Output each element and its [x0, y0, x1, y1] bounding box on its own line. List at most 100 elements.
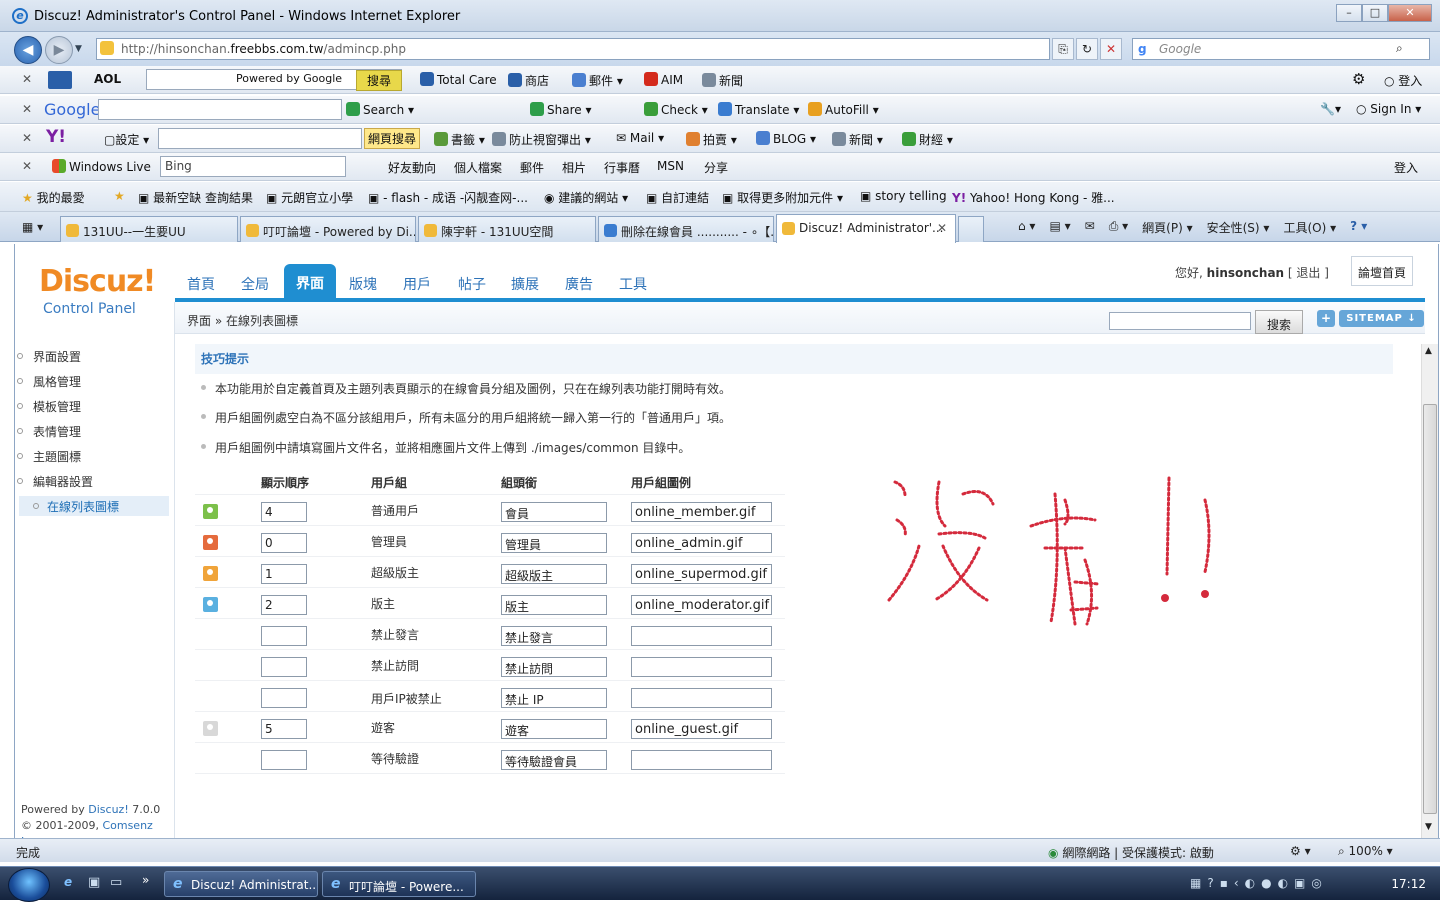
address-bar[interactable]: http://hinsonchan.freebbs.com.tw/admincp…: [96, 38, 1050, 60]
sidebar-item-styles[interactable]: 風格管理: [16, 373, 81, 390]
tab-chan-yuhin[interactable]: 陳宇軒 - 131UU空間: [418, 216, 596, 242]
safety-menu[interactable]: 安全性(S) ▾: [1207, 219, 1270, 236]
sidebar-item-interface-settings[interactable]: 界面設置: [16, 348, 81, 365]
image-input[interactable]: [631, 688, 772, 708]
bing-search-input[interactable]: Bing: [160, 156, 346, 177]
logout-link[interactable]: [ 退出 ]: [1288, 266, 1329, 280]
image-input[interactable]: [631, 657, 772, 677]
yahoo-search-input[interactable]: [158, 128, 362, 149]
order-input[interactable]: 2: [261, 595, 307, 615]
hp-login-button[interactable]: ○ 登入: [1384, 72, 1422, 89]
nav-tools[interactable]: 工具: [619, 274, 647, 294]
title-input[interactable]: 禁止 IP: [501, 688, 607, 708]
image-input[interactable]: [631, 750, 772, 770]
sidebar-item-editor[interactable]: 編輯器設置: [16, 473, 93, 490]
autofill-button[interactable]: AutoFill ▾: [808, 102, 879, 117]
order-input[interactable]: [261, 626, 307, 646]
live-mail-link[interactable]: 郵件: [520, 159, 544, 176]
search-box[interactable]: Google: [1132, 38, 1430, 60]
web-search-button[interactable]: 網頁搜尋: [364, 128, 421, 149]
bookmarks-button[interactable]: 書籤 ▾: [434, 131, 485, 148]
close-toolbar-icon[interactable]: ✕: [22, 102, 32, 116]
fav-item-3[interactable]: ▣ - flash - 成语 -闪靓查网-...: [368, 189, 528, 206]
popup-blocker-button[interactable]: 防止視窗彈出 ▾: [492, 131, 591, 148]
home-icon[interactable]: ⌂ ▾: [1018, 219, 1035, 236]
image-input[interactable]: online_member.gif: [631, 502, 772, 522]
total-care-button[interactable]: Total Care: [420, 72, 497, 87]
title-input[interactable]: 等待驗證會員: [501, 750, 607, 770]
scroll-up-arrow[interactable]: ▲: [1425, 346, 1432, 356]
title-input[interactable]: 遊客: [501, 719, 607, 739]
title-input[interactable]: 版主: [501, 595, 607, 615]
nav-interface[interactable]: 界面: [284, 264, 336, 300]
auction-button[interactable]: 拍賣 ▾: [686, 131, 737, 148]
fav-item-2[interactable]: ▣ 元朗官立小學: [266, 189, 353, 206]
new-tab-button[interactable]: [958, 216, 984, 242]
share-link[interactable]: 分享: [704, 159, 728, 176]
tray-icons[interactable]: ▦?▪‹◐●◐▣◎: [1190, 876, 1328, 890]
nav-ads[interactable]: 廣告: [565, 274, 593, 294]
profile-link[interactable]: 個人檔案: [454, 159, 502, 176]
share-button[interactable]: Share ▾: [530, 102, 591, 117]
yahoo-mail-button[interactable]: ✉ Mail ▾: [616, 131, 664, 145]
title-input[interactable]: 管理員: [501, 533, 607, 553]
google-search-button[interactable]: Search ▾: [346, 102, 414, 117]
taskbar-item-discuz[interactable]: Discuz! Administrat...: [164, 871, 318, 897]
page-menu[interactable]: 網頁(P) ▾: [1142, 219, 1192, 236]
admin-search-button[interactable]: 搜索: [1255, 310, 1303, 334]
close-button[interactable]: ✕: [1388, 4, 1432, 22]
live-login-button[interactable]: 登入: [1394, 159, 1418, 176]
back-button[interactable]: ◀: [14, 36, 42, 64]
blog-button[interactable]: BLOG ▾: [756, 131, 816, 146]
close-toolbar-icon[interactable]: ✕: [22, 131, 32, 145]
desktop-quicklaunch-icon[interactable]: ▭: [110, 875, 122, 890]
image-input[interactable]: [631, 626, 772, 646]
order-input[interactable]: 4: [261, 502, 307, 522]
news-button[interactable]: 新聞: [702, 72, 743, 89]
image-input[interactable]: online_supermod.gif: [631, 564, 772, 584]
forum-home-button[interactable]: 論壇首頁: [1351, 256, 1413, 286]
finance-button[interactable]: 財經 ▾: [902, 131, 953, 148]
photos-link[interactable]: 相片: [562, 159, 586, 176]
aim-button[interactable]: AIM: [644, 72, 683, 87]
sitemap-button[interactable]: SITEMAP ↓: [1339, 310, 1424, 327]
order-input[interactable]: [261, 688, 307, 708]
fav-item-6[interactable]: ▣ 取得更多附加元件 ▾: [722, 189, 843, 206]
admin-search-input[interactable]: [1109, 312, 1251, 330]
quick-tabs-icon[interactable]: ▦ ▾: [22, 220, 43, 234]
favorites-button[interactable]: ★ 我的最愛: [22, 189, 85, 206]
add-favorite-icon[interactable]: ★: [114, 189, 125, 203]
calendar-link[interactable]: 行事曆: [604, 159, 640, 176]
title-input[interactable]: 會員: [501, 502, 607, 522]
nav-posts[interactable]: 帖子: [458, 274, 486, 294]
close-toolbar-icon[interactable]: ✕: [22, 159, 32, 173]
image-input[interactable]: online_admin.gif: [631, 533, 772, 553]
plus-icon[interactable]: +: [1317, 310, 1335, 327]
fav-item-8[interactable]: Y! Yahoo! Hong Kong - 雅...: [952, 189, 1115, 206]
image-input[interactable]: online_guest.gif: [631, 719, 772, 739]
scrollbar-thumb[interactable]: [1423, 404, 1437, 814]
title-input[interactable]: 禁止發言: [501, 626, 607, 646]
tab-dingding[interactable]: 叮叮論壇 - Powered by Di...: [240, 216, 416, 242]
gear-icon[interactable]: ⚙: [1352, 70, 1365, 88]
title-input[interactable]: 超級版主: [501, 564, 607, 584]
tab-discuz-admin[interactable]: Discuz! Administrator'... ✕: [776, 214, 956, 243]
sidebar-item-thread-icons[interactable]: 主題圖標: [16, 448, 81, 465]
mail-button[interactable]: 郵件 ▾: [572, 72, 623, 89]
translate-button[interactable]: Translate ▾: [718, 102, 799, 117]
hp-search-button[interactable]: 搜尋: [356, 70, 403, 91]
nav-home[interactable]: 首頁: [187, 274, 215, 294]
compat-view-icon[interactable]: ⎘: [1052, 38, 1074, 60]
order-input[interactable]: 0: [261, 533, 307, 553]
vertical-scrollbar[interactable]: ▲ ▼: [1421, 344, 1438, 838]
nav-users[interactable]: 用戶: [403, 274, 431, 294]
nav-global[interactable]: 全局: [241, 274, 269, 294]
image-input[interactable]: online_moderator.gif: [631, 595, 772, 615]
clock[interactable]: 17:12: [1391, 877, 1426, 891]
protected-mode-icon[interactable]: ⚙ ▾: [1290, 844, 1311, 858]
zoom-control[interactable]: ⌕ 100% ▾: [1338, 844, 1393, 859]
order-input[interactable]: [261, 750, 307, 770]
close-toolbar-icon[interactable]: ✕: [22, 72, 32, 86]
read-mail-icon[interactable]: ✉: [1085, 219, 1095, 236]
order-input[interactable]: 1: [261, 564, 307, 584]
